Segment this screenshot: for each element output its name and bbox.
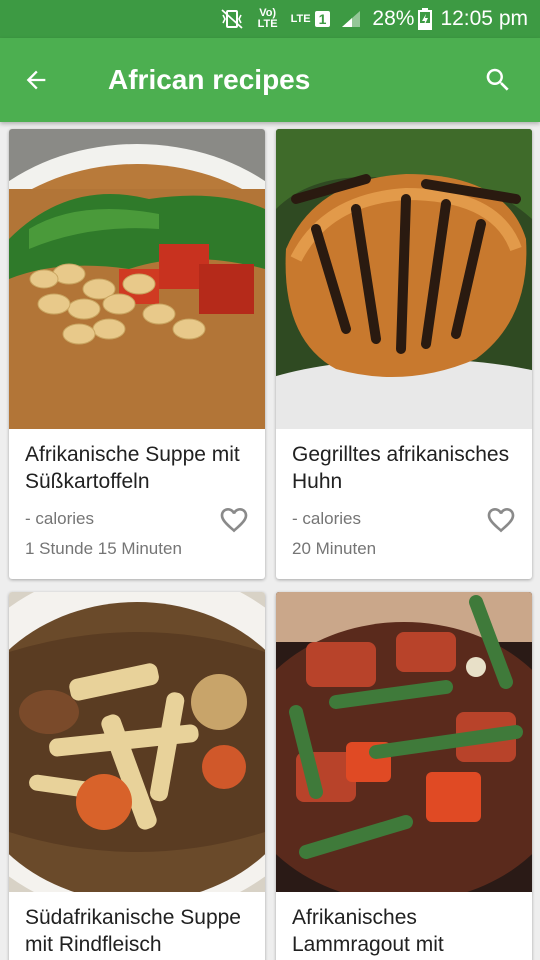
recipe-grid: Afrikanische Suppe mit Süßkartoffeln - c… bbox=[0, 122, 540, 960]
favorite-button[interactable] bbox=[217, 503, 251, 537]
clock: 12:05 pm bbox=[440, 7, 528, 30]
status-bar: Vo) LTE LTE 1 28% 12:05 pm bbox=[0, 0, 540, 38]
back-button[interactable] bbox=[0, 38, 72, 122]
recipe-calories: - calories bbox=[25, 509, 94, 528]
recipe-image bbox=[276, 592, 532, 892]
app-bar: African recipes bbox=[0, 38, 540, 122]
recipe-title: Südafrikanische Suppe mit Rindfleisch bbox=[25, 906, 241, 956]
recipe-image bbox=[9, 129, 265, 429]
recipe-meta: - calories 20 Minuten bbox=[276, 508, 532, 559]
recipe-card[interactable]: Afrikanische Suppe mit Süßkartoffeln - c… bbox=[9, 129, 265, 579]
volte-label: Vo) LTE bbox=[257, 7, 278, 30]
recipe-card[interactable]: Gegrilltes afrikanisches Huhn - calories… bbox=[276, 129, 532, 579]
sim-badge: 1 bbox=[314, 11, 331, 27]
recipe-card[interactable]: Südafrikanische Suppe mit Rindfleisch bbox=[9, 592, 265, 960]
heart-outline-icon bbox=[220, 508, 248, 533]
page-title: African recipes bbox=[108, 64, 311, 95]
battery-percent: 28% bbox=[372, 7, 415, 30]
arrow-back-icon bbox=[26, 70, 46, 90]
search-icon bbox=[486, 68, 509, 91]
heart-outline-icon bbox=[487, 508, 515, 533]
search-button[interactable] bbox=[456, 38, 540, 122]
favorite-button[interactable] bbox=[484, 503, 518, 537]
recipe-image bbox=[276, 129, 532, 429]
recipe-title: Gegrilltes afrikanisches Huhn bbox=[292, 443, 510, 493]
lte-label: LTE bbox=[290, 13, 311, 25]
recipe-duration: 1 Stunde 15 Minuten bbox=[25, 539, 182, 558]
recipe-calories: - calories bbox=[292, 509, 361, 528]
vibrate-icon bbox=[219, 8, 245, 30]
sim-number: 1 bbox=[314, 11, 331, 27]
recipe-duration: 20 Minuten bbox=[292, 539, 377, 558]
recipe-title: Afrikanische Suppe mit Süßkartoffeln bbox=[25, 443, 240, 493]
recipe-image bbox=[9, 592, 265, 892]
signal-icon bbox=[340, 9, 362, 29]
recipe-title: Afrikanisches Lammragout mit bbox=[292, 906, 444, 956]
battery-charging-icon bbox=[418, 8, 433, 30]
recipe-meta: - calories 1 Stunde 15 Minuten bbox=[9, 508, 265, 559]
recipe-card[interactable]: Afrikanisches Lammragout mit bbox=[276, 592, 532, 960]
